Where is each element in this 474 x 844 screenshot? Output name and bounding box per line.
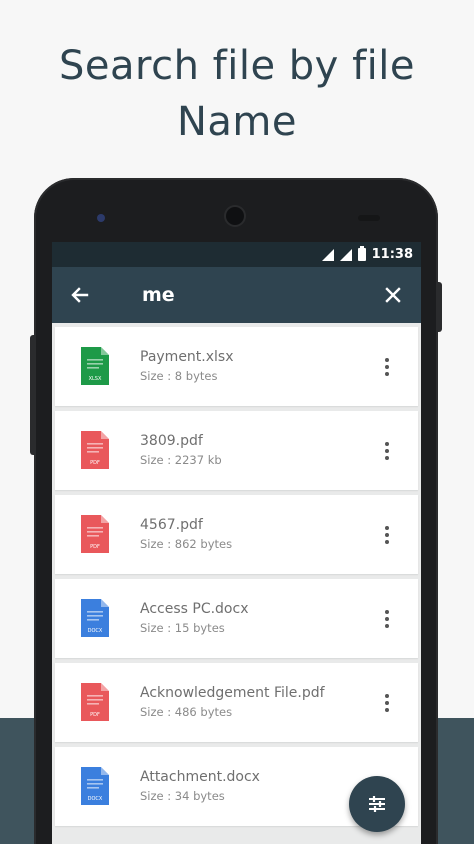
- more-options-button[interactable]: [375, 352, 399, 382]
- status-bar: 11:38: [52, 242, 421, 267]
- file-list-item[interactable]: PDF 3809.pdf Size : 2237 kb: [55, 411, 418, 490]
- xlsx-file-icon: XLSX: [81, 347, 109, 385]
- file-list-item[interactable]: PDF 4567.pdf Size : 862 bytes: [55, 495, 418, 574]
- file-size: Size : 862 bytes: [140, 537, 233, 551]
- phone-sensor: [358, 215, 380, 221]
- more-vert-icon-dot: [385, 365, 389, 369]
- clear-search-button[interactable]: [365, 267, 421, 323]
- more-vert-icon-dot: [385, 610, 389, 614]
- arrow-left-icon: [71, 287, 89, 303]
- more-options-button[interactable]: [375, 688, 399, 718]
- filter-fab-button[interactable]: [349, 776, 405, 832]
- file-name: Acknowledgement File.pdf: [140, 685, 325, 701]
- file-text: 4567.pdf Size : 862 bytes: [140, 515, 232, 553]
- more-options-button[interactable]: [375, 520, 399, 550]
- file-name: Payment.xlsx: [140, 349, 234, 365]
- more-vert-icon-dot: [385, 372, 389, 376]
- svg-text:PDF: PDF: [90, 544, 100, 550]
- file-list: XLSX Payment.xlsx Size : 8 bytes PDF 3809.pd…: [55, 327, 418, 831]
- more-options-button[interactable]: [375, 604, 399, 634]
- file-size: Size : 15 bytes: [140, 621, 225, 635]
- more-vert-icon-dot: [385, 533, 389, 537]
- more-vert-icon-dot: [385, 358, 389, 362]
- svg-text:DOCX: DOCX: [88, 628, 103, 634]
- more-vert-icon-dot: [385, 442, 389, 446]
- more-vert-icon-dot: [385, 624, 389, 628]
- filter-sort-icon: [369, 796, 385, 812]
- file-list-item[interactable]: XLSX Payment.xlsx Size : 8 bytes: [55, 327, 418, 406]
- file-text: Access PC.docx Size : 15 bytes: [140, 599, 248, 637]
- file-text: Attachment.docx Size : 34 bytes: [140, 767, 260, 805]
- headline-line-2: Name: [176, 99, 297, 145]
- pdf-file-icon: PDF: [81, 431, 109, 469]
- file-text: Payment.xlsx Size : 8 bytes: [140, 347, 234, 385]
- more-vert-icon-dot: [385, 708, 389, 712]
- phone-led: [97, 214, 105, 222]
- file-name: Access PC.docx: [140, 601, 249, 617]
- more-vert-icon-dot: [385, 540, 389, 544]
- wifi-signal-icon: [321, 248, 334, 261]
- file-size: Size : 8 bytes: [140, 369, 218, 383]
- file-list-item[interactable]: DOCX Access PC.docx Size : 15 bytes: [55, 579, 418, 658]
- file-size: Size : 2237 kb: [140, 453, 222, 467]
- more-vert-icon-dot: [385, 449, 389, 453]
- file-name: 3809.pdf: [140, 433, 203, 449]
- svg-text:DOCX: DOCX: [88, 796, 103, 802]
- svg-text:XLSX: XLSX: [89, 376, 102, 382]
- search-app-bar: me: [52, 267, 421, 323]
- docx-file-icon: DOCX: [81, 767, 109, 805]
- cell-signal-icon: [339, 248, 352, 261]
- more-vert-icon-dot: [385, 694, 389, 698]
- file-list-item[interactable]: PDF Acknowledgement File.pdf Size : 486 by…: [55, 663, 418, 742]
- file-name: Attachment.docx: [140, 769, 260, 785]
- close-icon: [385, 287, 401, 303]
- file-text: 3809.pdf Size : 2237 kb: [140, 431, 222, 469]
- more-vert-icon-dot: [385, 456, 389, 460]
- more-vert-icon-dot: [385, 701, 389, 705]
- phone-front-camera: [226, 207, 244, 225]
- back-button[interactable]: [52, 267, 108, 323]
- pdf-file-icon: PDF: [81, 683, 109, 721]
- file-text: Acknowledgement File.pdf Size : 486 bytes: [140, 683, 325, 721]
- pdf-file-icon: PDF: [81, 515, 109, 553]
- file-size: Size : 486 bytes: [140, 705, 233, 719]
- docx-file-icon: DOCX: [81, 599, 109, 637]
- more-vert-icon-dot: [385, 526, 389, 530]
- status-time: 11:38: [371, 247, 413, 262]
- phone-screen: 11:38 me XLSX Payment.xlsx Size : 8 bytes P…: [52, 242, 421, 844]
- more-options-button[interactable]: [375, 436, 399, 466]
- headline-line-1: Search file by file: [59, 43, 415, 89]
- search-input[interactable]: me: [108, 284, 365, 306]
- svg-text:PDF: PDF: [90, 460, 100, 466]
- more-vert-icon-dot: [385, 617, 389, 621]
- svg-text:PDF: PDF: [90, 712, 100, 718]
- headline: Search file by file Name: [0, 38, 474, 150]
- battery-icon: [357, 246, 366, 261]
- file-name: 4567.pdf: [140, 517, 203, 533]
- file-size: Size : 34 bytes: [140, 789, 225, 803]
